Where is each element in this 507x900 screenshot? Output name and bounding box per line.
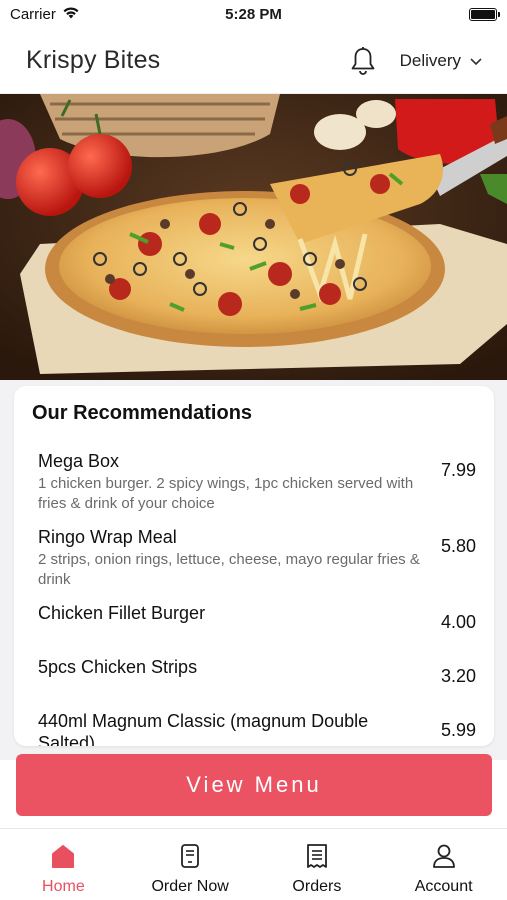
item-text: 440ml Magnum Classic (magnum Double Salt… [38, 710, 430, 746]
wifi-icon [62, 6, 80, 23]
app-title: Krispy Bites [26, 46, 161, 74]
chevron-down-icon [469, 51, 483, 71]
tab-account[interactable]: Account [380, 829, 507, 900]
item-price: 3.20 [440, 666, 476, 686]
status-left: Carrier [10, 6, 80, 23]
item-price: 4.00 [440, 612, 476, 632]
item-name: Ringo Wrap Meal [38, 527, 177, 547]
tab-label: Home [42, 878, 85, 895]
receipt-icon [304, 843, 330, 878]
item-name: Mega Box [38, 451, 120, 471]
item-text: Ringo Wrap Meal 2 strips, onion rings, l… [38, 526, 430, 590]
item-description: 1 chicken burger. 2 spicy wings, 1pc chi… [38, 475, 414, 512]
app-header: Krispy Bites Delivery [0, 28, 507, 94]
hero-pizza-image [0, 94, 507, 384]
tab-bar: Home Order Now Orders Account [0, 828, 507, 900]
status-bar: Carrier 5:28 PM [0, 0, 507, 28]
list-item[interactable]: Ringo Wrap Meal 2 strips, onion rings, l… [38, 526, 476, 602]
delivery-label: Delivery [399, 50, 461, 70]
item-name: Chicken Fillet Burger [38, 603, 206, 623]
item-price: 5.80 [440, 536, 476, 556]
item-price: 5.99 [440, 720, 476, 740]
delivery-dropdown[interactable]: Delivery [400, 51, 483, 71]
item-description: 2 strips, onion rings, lettuce, cheese, … [38, 551, 420, 588]
order-now-icon [177, 843, 203, 878]
list-item[interactable]: Mega Box 1 chicken burger. 2 spicy wings… [38, 450, 476, 526]
item-text: Mega Box 1 chicken burger. 2 spicy wings… [38, 450, 430, 514]
list-item[interactable]: 440ml Magnum Classic (magnum Double Salt… [38, 710, 476, 746]
item-price: 7.99 [440, 460, 476, 480]
tab-label: Account [414, 878, 473, 895]
tab-order-now[interactable]: Order Now [127, 829, 254, 900]
recommendations-list: Mega Box 1 chicken burger. 2 spicy wings… [38, 450, 476, 746]
item-text: 5pcs Chicken Strips [38, 656, 430, 678]
tab-home[interactable]: Home [0, 829, 127, 900]
home-icon [50, 843, 76, 878]
tab-label: Order Now [151, 878, 229, 895]
tab-label: Orders [292, 878, 342, 895]
recommendations-heading: Our Recommendations [32, 402, 253, 424]
account-icon [431, 843, 457, 878]
battery-icon [469, 7, 500, 21]
carrier-label: Carrier [10, 5, 56, 23]
bell-icon[interactable] [348, 44, 378, 78]
list-item[interactable]: 5pcs Chicken Strips 3.20 [38, 656, 476, 710]
item-name: 440ml Magnum Classic (magnum Double Salt… [38, 711, 369, 746]
item-name: 5pcs Chicken Strips [38, 657, 198, 677]
item-text: Chicken Fillet Burger [38, 602, 430, 624]
tab-orders[interactable]: Orders [254, 829, 381, 900]
view-menu-button[interactable]: View Menu [16, 754, 492, 816]
recommendations-card: Our Recommendations Mega Box 1 chicken b… [14, 386, 494, 746]
list-item[interactable]: Chicken Fillet Burger 4.00 [38, 602, 476, 656]
